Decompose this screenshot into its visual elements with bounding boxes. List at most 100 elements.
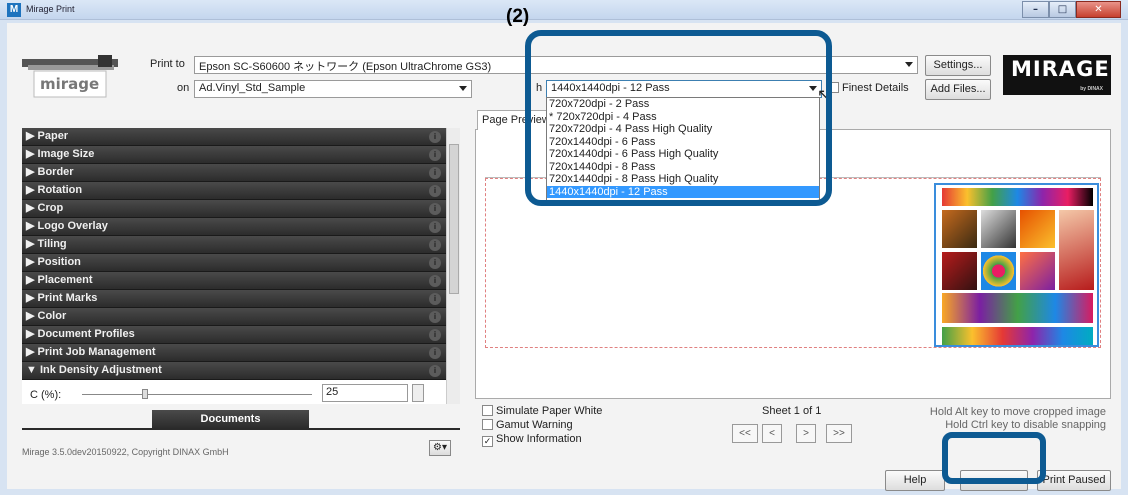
info-icon[interactable]: i: [429, 293, 441, 305]
help-button[interactable]: Help: [885, 470, 945, 491]
accordion-position[interactable]: ▶ Position i: [22, 254, 446, 272]
accordion-label: ▶ Placement: [26, 274, 93, 286]
info-icon[interactable]: i: [429, 365, 441, 377]
app-icon: M: [7, 3, 21, 17]
prev-page-button[interactable]: <: [762, 424, 782, 443]
accordion-tiling[interactable]: ▶ Tiling i: [22, 236, 446, 254]
chevron-down-icon: [459, 86, 467, 91]
on-label: on: [177, 82, 190, 94]
image-tile-portrait-bw: [981, 210, 1016, 248]
ink-c-label: C (%):: [30, 389, 62, 401]
accordion-image-size[interactable]: ▶ Image Size i: [22, 146, 446, 164]
brand-name: MIRAGE: [1011, 57, 1110, 81]
accordion-label: ▶ Rotation: [26, 184, 83, 196]
app-window: M Mirage Print – □ ✕ mirage Print to Eps…: [0, 0, 1128, 495]
accordion-placement[interactable]: ▶ Placement i: [22, 272, 446, 290]
media-select[interactable]: Ad.Vinyl_Std_Sample: [194, 80, 472, 98]
accordion-label: ▶ Print Marks: [26, 292, 98, 304]
accordion-scrollbar[interactable]: [446, 128, 460, 404]
info-icon[interactable]: i: [429, 257, 441, 269]
info-icon[interactable]: i: [429, 311, 441, 323]
info-icon[interactable]: i: [429, 149, 441, 161]
sheet-counter: Sheet 1 of 1: [762, 405, 822, 417]
accordion-label: ▶ Paper: [26, 130, 69, 142]
image-color-band-top: [942, 188, 1093, 206]
simulate-paper-white-label: Simulate Paper White: [496, 405, 603, 417]
accordion-label: ▶ Tiling: [26, 238, 67, 250]
info-icon[interactable]: i: [429, 203, 441, 215]
image-tile-woman-red: [1059, 210, 1094, 290]
print-to-label: Print to: [150, 58, 185, 70]
info-icon[interactable]: i: [429, 275, 441, 287]
accordion-logo-overlay[interactable]: ▶ Logo Overlay i: [22, 218, 446, 236]
info-icon[interactable]: i: [429, 185, 441, 197]
close-icon[interactable]: ✕: [1076, 1, 1121, 18]
image-tile-dots: [981, 252, 1016, 290]
chevron-down-icon: [905, 62, 913, 67]
accordion-print-marks[interactable]: ▶ Print Marks i: [22, 290, 446, 308]
simulate-paper-white-checkbox[interactable]: Simulate Paper White: [482, 405, 602, 417]
window-title: Mirage Print: [26, 4, 75, 14]
settings-accordion: ▶ Paper i ▶ Image Size i ▶ Border i ▶ Rotat…: [22, 128, 446, 404]
checkbox-icon: [482, 405, 493, 416]
ink-c-spinner[interactable]: [412, 384, 424, 402]
next-page-button[interactable]: >: [796, 424, 816, 443]
show-information-label: Show Information: [496, 433, 582, 445]
info-icon[interactable]: i: [429, 167, 441, 179]
minimize-icon[interactable]: –: [1022, 1, 1049, 18]
gear-icon[interactable]: ⚙▾: [429, 440, 451, 456]
image-tile-tiger: [942, 210, 977, 248]
gamut-warning-checkbox[interactable]: Gamut Warning: [482, 419, 573, 431]
printer-select-value: Epson SC-S60600 ネットワーク (Epson UltraChrom…: [199, 61, 492, 73]
info-icon[interactable]: i: [429, 329, 441, 341]
accordion-paper[interactable]: ▶ Paper i: [22, 128, 446, 146]
accordion-rotation[interactable]: ▶ Rotation i: [22, 182, 446, 200]
accordion-label: ▶ Crop: [26, 202, 64, 214]
ink-c-slider-track[interactable]: [82, 394, 312, 395]
image-tile-candy: [1020, 252, 1055, 290]
last-page-button[interactable]: >>: [826, 424, 852, 443]
checkmark-icon: ✓: [482, 436, 493, 447]
accordion-label: ▶ Border: [26, 166, 74, 178]
image-tile-swatches: [942, 293, 1093, 323]
print-paused-button[interactable]: Print Paused: [1037, 470, 1111, 491]
scrollbar-thumb[interactable]: [449, 144, 459, 294]
first-page-button[interactable]: <<: [732, 424, 758, 443]
finest-details-checkbox[interactable]: Finest Details: [828, 82, 909, 94]
accordion-document-profiles[interactable]: ▶ Document Profiles i: [22, 326, 446, 344]
highlight-quality-dropdown: [525, 30, 832, 206]
documents-divider: [22, 428, 460, 430]
maximize-icon[interactable]: □: [1049, 1, 1076, 18]
media-select-value: Ad.Vinyl_Std_Sample: [199, 82, 306, 94]
preview-image[interactable]: [934, 183, 1099, 347]
accordion-ink-density[interactable]: ▼ Ink Density Adjustment i: [22, 362, 446, 380]
info-icon[interactable]: i: [429, 347, 441, 359]
accordion-color[interactable]: ▶ Color i: [22, 308, 446, 326]
accordion-label: ▶ Logo Overlay: [26, 220, 108, 232]
settings-button[interactable]: Settings...: [925, 55, 991, 76]
ink-c-input[interactable]: 25: [322, 384, 408, 402]
printer-logo-text: mirage: [40, 75, 100, 93]
gamut-warning-label: Gamut Warning: [496, 419, 573, 431]
window-controls: – □ ✕: [1022, 1, 1121, 18]
title-bar[interactable]: M Mirage Print – □ ✕: [0, 0, 1128, 20]
finest-details-label: Finest Details: [842, 82, 909, 94]
hint-alt: Hold Alt key to move cropped image: [929, 406, 1106, 418]
accordion-crop[interactable]: ▶ Crop i: [22, 200, 446, 218]
hint-ctrl: Hold Ctrl key to disable snapping: [945, 419, 1106, 431]
accordion-label: ▶ Print Job Management: [26, 346, 156, 358]
ink-c-slider-thumb[interactable]: [142, 389, 148, 399]
accordion-print-job-management[interactable]: ▶ Print Job Management i: [22, 344, 446, 362]
accordion-label: ▶ Document Profiles: [26, 328, 135, 340]
show-information-checkbox[interactable]: ✓ Show Information: [482, 433, 582, 447]
image-color-band-bottom: [942, 327, 1093, 345]
add-files-button[interactable]: Add Files...: [925, 79, 991, 100]
checkbox-icon: [482, 419, 493, 430]
accordion-label: ▶ Position: [26, 256, 81, 268]
highlight-print-button: [942, 432, 1046, 484]
info-icon[interactable]: i: [429, 221, 441, 233]
info-icon[interactable]: i: [429, 131, 441, 143]
documents-tab[interactable]: Documents: [152, 410, 309, 429]
info-icon[interactable]: i: [429, 239, 441, 251]
accordion-border[interactable]: ▶ Border i: [22, 164, 446, 182]
